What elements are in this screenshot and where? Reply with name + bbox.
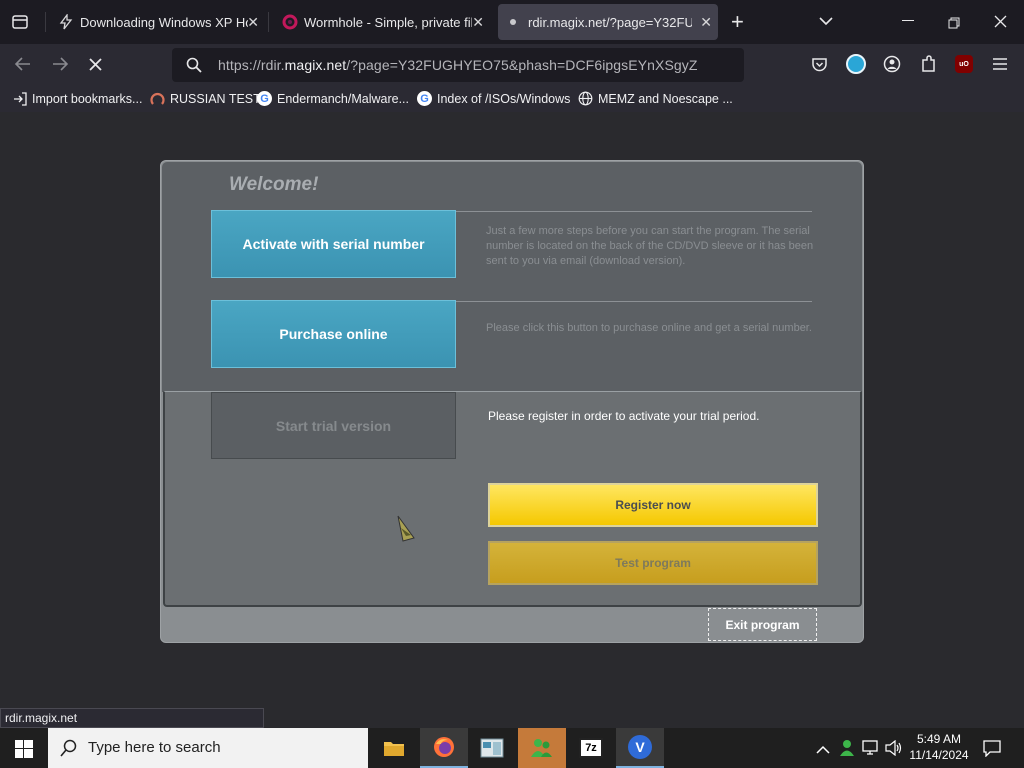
wormhole-icon [282, 14, 298, 30]
purchase-description: Please click this button to purchase onl… [486, 322, 812, 334]
tab-list-icon[interactable] [10, 12, 30, 32]
chevron-up-icon[interactable] [816, 742, 830, 760]
bookmarks-toolbar: Import bookmarks... RUSSIAN TEST G Ender… [0, 86, 1024, 112]
window-close-icon[interactable] [994, 15, 1007, 31]
clock-time: 5:49 AM [916, 732, 962, 746]
navigation-bar: https://rdir.magix.net/?page=Y32FUGHYEO7… [0, 44, 1024, 86]
messenger-icon[interactable] [518, 728, 566, 768]
import-icon [12, 91, 27, 106]
exit-program-button[interactable]: Exit program [708, 608, 817, 641]
tab-magix-active[interactable]: rdir.magix.net/?page=Y32FUGH ✕ [498, 4, 718, 40]
volume-icon[interactable] [885, 739, 903, 761]
bookmark-memz[interactable]: MEMZ and Noescape ... [578, 91, 733, 106]
register-now-button[interactable]: Register now [488, 483, 818, 527]
forward-arrow-icon[interactable] [51, 56, 69, 77]
site-icon [150, 91, 165, 106]
stop-loading-icon[interactable] [88, 57, 103, 77]
restore-icon[interactable] [948, 16, 960, 32]
tab-label: Downloading Windows XP Hor [80, 14, 248, 30]
google-icon: G [417, 91, 432, 106]
search-placeholder: Type here to search [88, 739, 221, 756]
close-icon[interactable]: ✕ [247, 14, 259, 31]
taskbar-search-box[interactable]: Type here to search [48, 728, 368, 768]
network-icon[interactable] [862, 740, 880, 761]
tab-downloading-xp[interactable]: Downloading Windows XP Hor ✕ [50, 0, 265, 44]
new-tab-button[interactable]: + [731, 9, 744, 35]
status-link-preview: rdir.magix.net [0, 708, 264, 728]
start-trial-button[interactable]: Start trial version [211, 392, 456, 459]
back-arrow-icon[interactable] [14, 56, 32, 77]
firefox-icon[interactable] [420, 728, 468, 768]
globe-icon [578, 91, 593, 106]
activate-serial-button[interactable]: Activate with serial number [211, 210, 456, 278]
test-program-button[interactable]: Test program [488, 541, 818, 585]
search-icon [60, 739, 78, 762]
chevron-down-icon[interactable] [818, 14, 834, 32]
windows-start-icon[interactable] [15, 740, 33, 763]
url-bar[interactable]: https://rdir.magix.net/?page=Y32FUGHYEO7… [172, 48, 744, 82]
account-icon[interactable] [883, 55, 901, 78]
pocket-icon[interactable] [811, 56, 828, 78]
menu-icon[interactable] [992, 57, 1008, 76]
lightning-icon [58, 13, 74, 30]
divider [456, 301, 812, 302]
google-icon: G [257, 91, 272, 106]
loading-dot-icon [510, 19, 516, 25]
search-icon [186, 57, 202, 78]
7zip-icon[interactable]: 7z [567, 728, 615, 768]
trial-message: Please register in order to activate you… [488, 409, 760, 423]
tab-label: rdir.magix.net/?page=Y32FUGH [528, 14, 692, 30]
bookmark-endermanch[interactable]: G Endermanch/Malware... [257, 91, 409, 106]
welcome-heading: Welcome! [229, 174, 319, 195]
file-explorer-icon[interactable] [370, 728, 418, 768]
close-icon[interactable]: ✕ [700, 14, 712, 31]
magix-activation-dialog: Welcome! Activate with serial number Jus… [160, 160, 864, 643]
bookmark-russian-test[interactable]: RUSSIAN TEST [150, 91, 261, 106]
people-tray-icon[interactable] [838, 739, 856, 762]
ublock-icon[interactable]: uO [955, 55, 973, 73]
bookmark-import[interactable]: Import bookmarks... [12, 91, 142, 106]
purchase-online-button[interactable]: Purchase online [211, 300, 456, 368]
bookmark-index-isos[interactable]: G Index of /ISOs/Windows [417, 91, 570, 106]
tab-label: Wormhole - Simple, private file [304, 14, 472, 30]
divider [456, 211, 812, 212]
activate-description: Just a few more steps before you can sta… [486, 225, 814, 267]
minimize-icon[interactable] [902, 20, 914, 21]
tab-bar: Downloading Windows XP Hor ✕ Wormhole - … [0, 0, 1024, 44]
app-window-icon[interactable] [468, 728, 516, 768]
system-clock[interactable]: 5:49 AM 11/14/2024 [904, 731, 974, 763]
cursor-busy-icon [395, 514, 417, 549]
v-app-icon[interactable]: V [616, 728, 664, 768]
clock-date: 11/14/2024 [909, 748, 969, 762]
windows-taskbar: Type here to search 7z V 5:49 AM 11/14/2… [0, 728, 1024, 768]
vpn-extension-icon[interactable] [846, 54, 866, 74]
close-icon[interactable]: ✕ [472, 14, 484, 31]
url-text: https://rdir.magix.net/?page=Y32FUGHYEO7… [218, 57, 698, 73]
notification-icon[interactable] [983, 739, 1001, 762]
tab-wormhole[interactable]: Wormhole - Simple, private file ✕ [274, 0, 490, 44]
extensions-icon[interactable] [920, 55, 937, 78]
